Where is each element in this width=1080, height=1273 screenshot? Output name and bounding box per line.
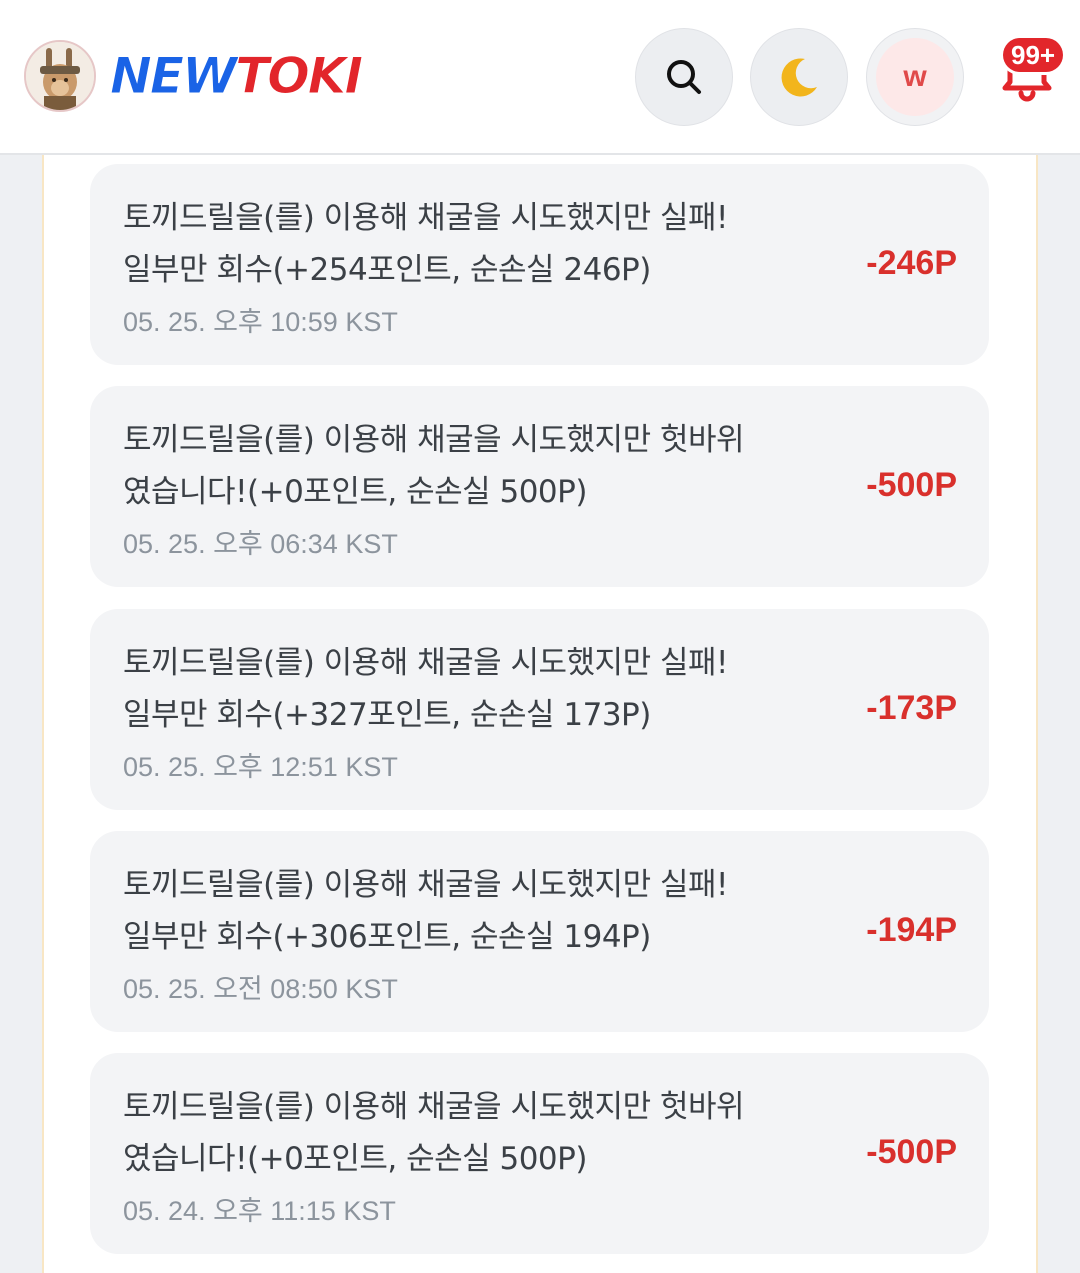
dark-mode-toggle[interactable] (750, 28, 848, 126)
notification-count-badge: 99+ (1003, 38, 1064, 72)
history-item-amount: -194P (866, 911, 957, 949)
site-logo-avatar[interactable] (24, 40, 96, 112)
history-item-amount: -500P (866, 1133, 957, 1171)
user-avatar-button[interactable]: w (866, 28, 964, 126)
history-item-amount: -173P (866, 689, 957, 727)
moon-icon (781, 58, 817, 97)
history-item-description: 토끼드릴을(를) 이용해 채굴을 시도했지만 실패! 일부만 회수(+327포인… (123, 637, 823, 741)
history-item-line2: 였습니다!(+0포인트, 순손실 500P) (123, 474, 587, 510)
history-item-line1: 토끼드릴을(를) 이용해 채굴을 시도했지만 실패! (123, 645, 728, 681)
history-item-line2: 일부만 회수(+327포인트, 순손실 173P) (123, 697, 651, 733)
history-item-line2: 였습니다!(+0포인트, 순손실 500P) (123, 1141, 587, 1177)
history-item: 토끼드릴을(를) 이용해 채굴을 시도했지만 실패! 일부만 회수(+327포인… (90, 609, 989, 810)
site-logo-text[interactable]: NEWTOKI (109, 44, 364, 108)
history-item-timestamp: 05. 24. 오후 11:15 KST (123, 1196, 396, 1226)
user-initial: w (903, 60, 927, 93)
history-item-description: 토끼드릴을(를) 이용해 채굴을 시도했지만 헛바위 였습니다!(+0포인트, … (123, 1081, 823, 1185)
history-item-amount: -246P (866, 244, 957, 282)
history-item: 토끼드릴을(를) 이용해 채굴을 시도했지만 헛바위 였습니다!(+0포인트, … (90, 386, 989, 587)
history-item-timestamp: 05. 25. 오전 08:50 KST (123, 974, 398, 1004)
logo-text-toki: TOKI (235, 47, 364, 106)
history-item-amount: -500P (866, 466, 957, 504)
history-item: 토끼드릴을(를) 이용해 채굴을 시도했지만 헛바위 였습니다!(+0포인트, … (90, 1053, 989, 1254)
top-header: NEWTOKI w 99+ (0, 0, 1080, 155)
rabbit-mascot-icon (26, 42, 94, 110)
history-item-description: 토끼드릴을(를) 이용해 채굴을 시도했지만 실패! 일부만 회수(+254포인… (123, 192, 823, 296)
history-item-line1: 토끼드릴을(를) 이용해 채굴을 시도했지만 실패! (123, 200, 728, 236)
logo-text-new: NEW (109, 47, 237, 106)
history-item-line1: 토끼드릴을(를) 이용해 채굴을 시도했지만 헛바위 (123, 422, 745, 458)
history-item-timestamp: 05. 25. 오후 12:51 KST (123, 752, 398, 782)
history-item-description: 토끼드릴을(를) 이용해 채굴을 시도했지만 헛바위 였습니다!(+0포인트, … (123, 414, 823, 518)
history-item-timestamp: 05. 25. 오후 10:59 KST (123, 307, 398, 337)
avatar: w (876, 38, 954, 116)
search-button[interactable] (635, 28, 733, 126)
history-item-timestamp: 05. 25. 오후 06:34 KST (123, 529, 398, 559)
history-item-line1: 토끼드릴을(를) 이용해 채굴을 시도했지만 실패! (123, 867, 728, 903)
search-icon (667, 60, 701, 94)
history-item-line2: 일부만 회수(+306포인트, 순손실 194P) (123, 919, 651, 955)
history-item-line1: 토끼드릴을(를) 이용해 채굴을 시도했지만 헛바위 (123, 1089, 745, 1125)
history-item-line2: 일부만 회수(+254포인트, 순손실 246P) (123, 252, 651, 288)
history-item: 토끼드릴을(를) 이용해 채굴을 시도했지만 실패! 일부만 회수(+306포인… (90, 831, 989, 1032)
history-item: 토끼드릴을(를) 이용해 채굴을 시도했지만 실패! 일부만 회수(+254포인… (90, 164, 989, 365)
history-item-description: 토끼드릴을(를) 이용해 채굴을 시도했지만 실패! 일부만 회수(+306포인… (123, 859, 823, 963)
